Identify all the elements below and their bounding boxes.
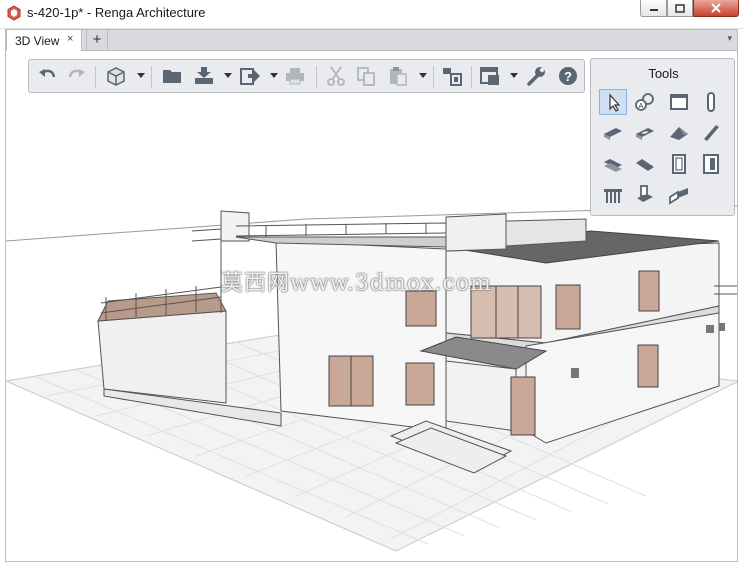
layers-icon[interactable] <box>479 65 501 87</box>
door-tool-icon <box>703 154 719 174</box>
main-toolbar: ? <box>28 59 585 93</box>
room-tool-icon <box>669 188 688 205</box>
chevron-down-icon[interactable] <box>419 71 427 79</box>
maximize-button[interactable] <box>667 0 693 17</box>
column-tool-icon <box>707 92 715 112</box>
print-icon[interactable] <box>284 65 306 87</box>
room-tool[interactable] <box>665 182 693 208</box>
maximize-icon <box>675 3 685 13</box>
chevron-down-icon[interactable] <box>137 71 145 79</box>
stair-tool-icon <box>604 159 622 172</box>
svg-text:?: ? <box>564 69 572 84</box>
tab-menu-chevron-icon[interactable]: ▾ <box>727 33 732 44</box>
railing-tool-icon <box>604 189 622 203</box>
wall-tool-icon <box>670 94 688 110</box>
renga-app-icon <box>7 5 21 21</box>
toolbar-separator <box>471 66 472 88</box>
column-tool[interactable] <box>697 89 725 115</box>
ramp-tool[interactable] <box>631 151 659 177</box>
export-icon[interactable] <box>239 65 261 87</box>
svg-text:A: A <box>639 103 644 110</box>
opening-tool-icon <box>636 128 654 140</box>
roof-tool-icon <box>670 127 688 140</box>
window-tool-icon <box>672 154 686 174</box>
tab-3d-view[interactable]: 3D View × <box>6 29 82 52</box>
floor-tool[interactable] <box>599 120 627 146</box>
minimize-icon <box>649 9 658 11</box>
tools-panel-title: Tools <box>648 66 679 81</box>
tab-label: 3D View <box>15 34 60 48</box>
add-tab-button[interactable]: + <box>86 29 108 51</box>
copy-icon[interactable] <box>355 65 377 87</box>
select-tool[interactable] <box>599 89 627 115</box>
levels-icon[interactable] <box>441 65 463 87</box>
ramp-tool-icon <box>636 159 654 171</box>
close-button[interactable] <box>693 0 739 17</box>
redo-icon[interactable] <box>65 65 87 87</box>
railing-tool[interactable] <box>599 182 627 208</box>
wall-tool[interactable] <box>665 89 693 115</box>
undo-icon[interactable] <box>37 65 59 87</box>
tab-close-icon[interactable]: × <box>67 33 73 45</box>
chevron-down-icon[interactable] <box>224 71 232 79</box>
stair-tool[interactable] <box>599 151 627 177</box>
toolbar-separator <box>433 66 434 88</box>
window-tool[interactable] <box>665 151 693 177</box>
toolbar-separator <box>151 66 152 88</box>
minimize-button[interactable] <box>640 0 667 17</box>
tools-panel: Tools A <box>590 58 735 216</box>
beam-tool-icon <box>704 125 719 141</box>
settings-wrench-icon[interactable] <box>525 65 547 87</box>
close-icon <box>711 3 721 13</box>
3d-viewport[interactable]: ? Tools A 莫西网www.3dmox.com <box>5 51 738 562</box>
tab-bar: 3D View × + ▾ <box>5 29 738 52</box>
import-icon[interactable] <box>193 65 215 87</box>
beam-tool[interactable] <box>697 120 725 146</box>
element-tool[interactable] <box>631 182 659 208</box>
element-tool-icon <box>637 185 653 202</box>
chevron-down-icon[interactable] <box>510 71 518 79</box>
watermark-text: 莫西网www.3dmox.com <box>221 271 492 296</box>
roof-tool[interactable] <box>665 120 693 146</box>
opening-tool[interactable] <box>631 120 659 146</box>
window-title: s-420-1p* - Renga Architecture <box>27 5 206 20</box>
annotation-tool-icon: A <box>635 93 654 111</box>
chevron-down-icon[interactable] <box>270 71 278 79</box>
door-tool[interactable] <box>697 151 725 177</box>
floor-tool-icon <box>604 128 622 140</box>
cut-icon[interactable] <box>325 65 347 87</box>
title-bar: s-420-1p* - Renga Architecture <box>0 0 744 29</box>
annotation-tool[interactable]: A <box>631 89 659 115</box>
toolbar-separator <box>95 66 96 88</box>
view-cube-icon[interactable] <box>105 65 127 87</box>
open-folder-icon[interactable] <box>161 65 183 87</box>
toolbar-separator <box>316 66 317 88</box>
paste-icon[interactable] <box>387 65 409 87</box>
help-icon[interactable]: ? <box>557 65 579 87</box>
select-tool-icon <box>609 93 621 112</box>
